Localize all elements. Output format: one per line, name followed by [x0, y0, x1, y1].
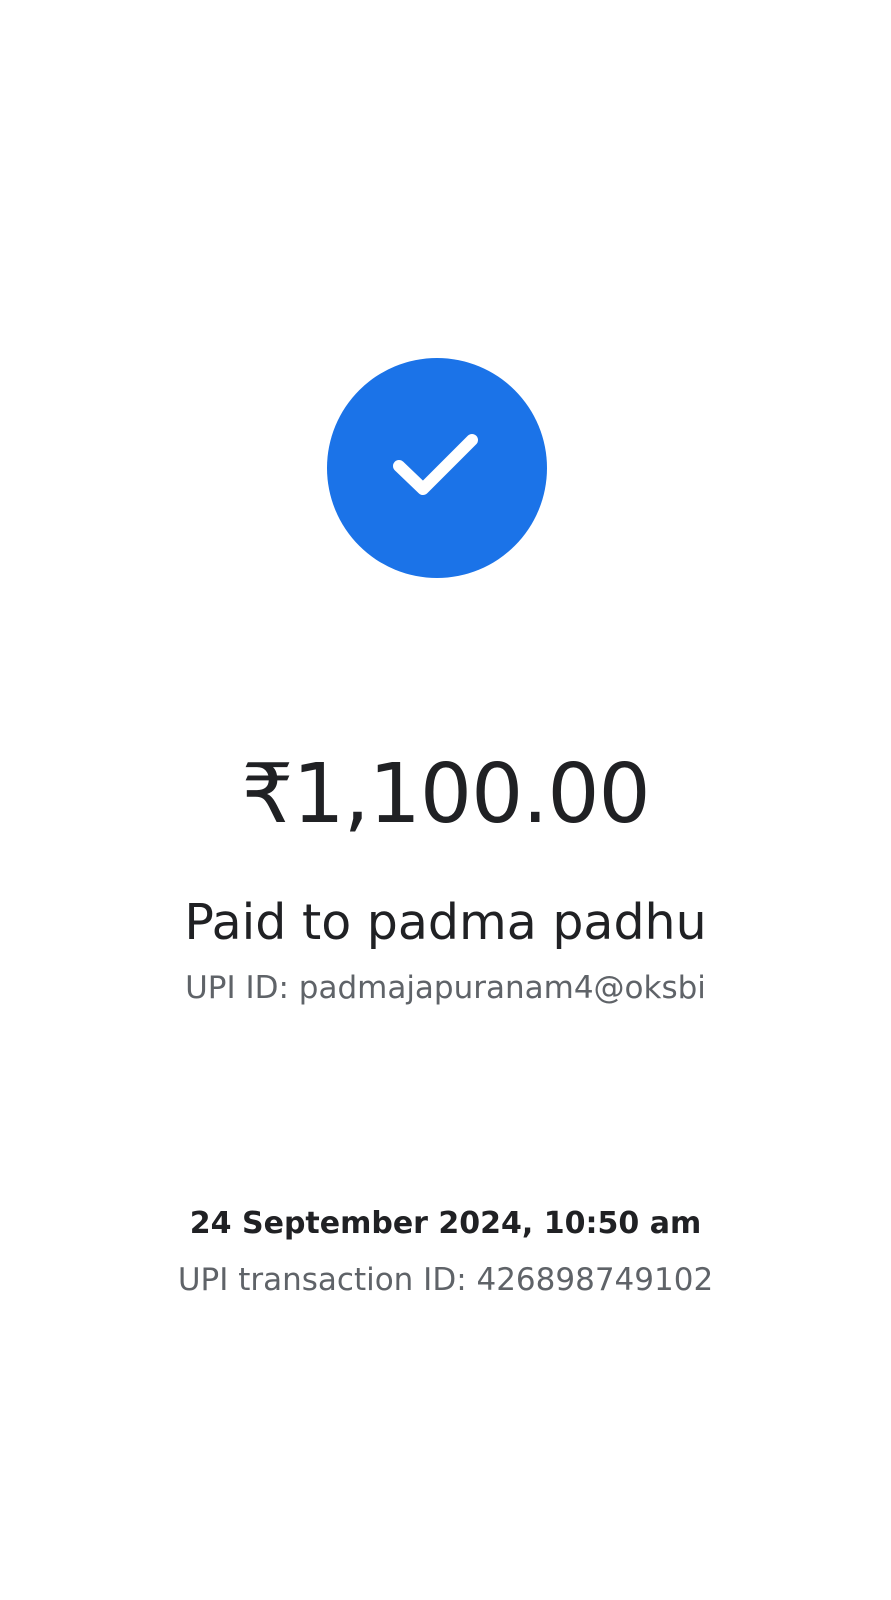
transaction-id: UPI transaction ID: 426898749102 [177, 1262, 714, 1298]
check-icon [393, 434, 478, 495]
transaction-datetime: 24 September 2024, 10:50 am [189, 1206, 702, 1241]
success-badge [327, 358, 547, 578]
recipient-name: Paid to padma padhu [184, 894, 707, 951]
recipient-upi-id: UPI ID: padmajapuranam4@oksbi [185, 970, 706, 1006]
payment-amount: ₹1,100.00 [241, 747, 650, 842]
payment-success-screen: ₹1,100.00 Paid to padma padhu UPI ID: pa… [0, 0, 891, 1600]
